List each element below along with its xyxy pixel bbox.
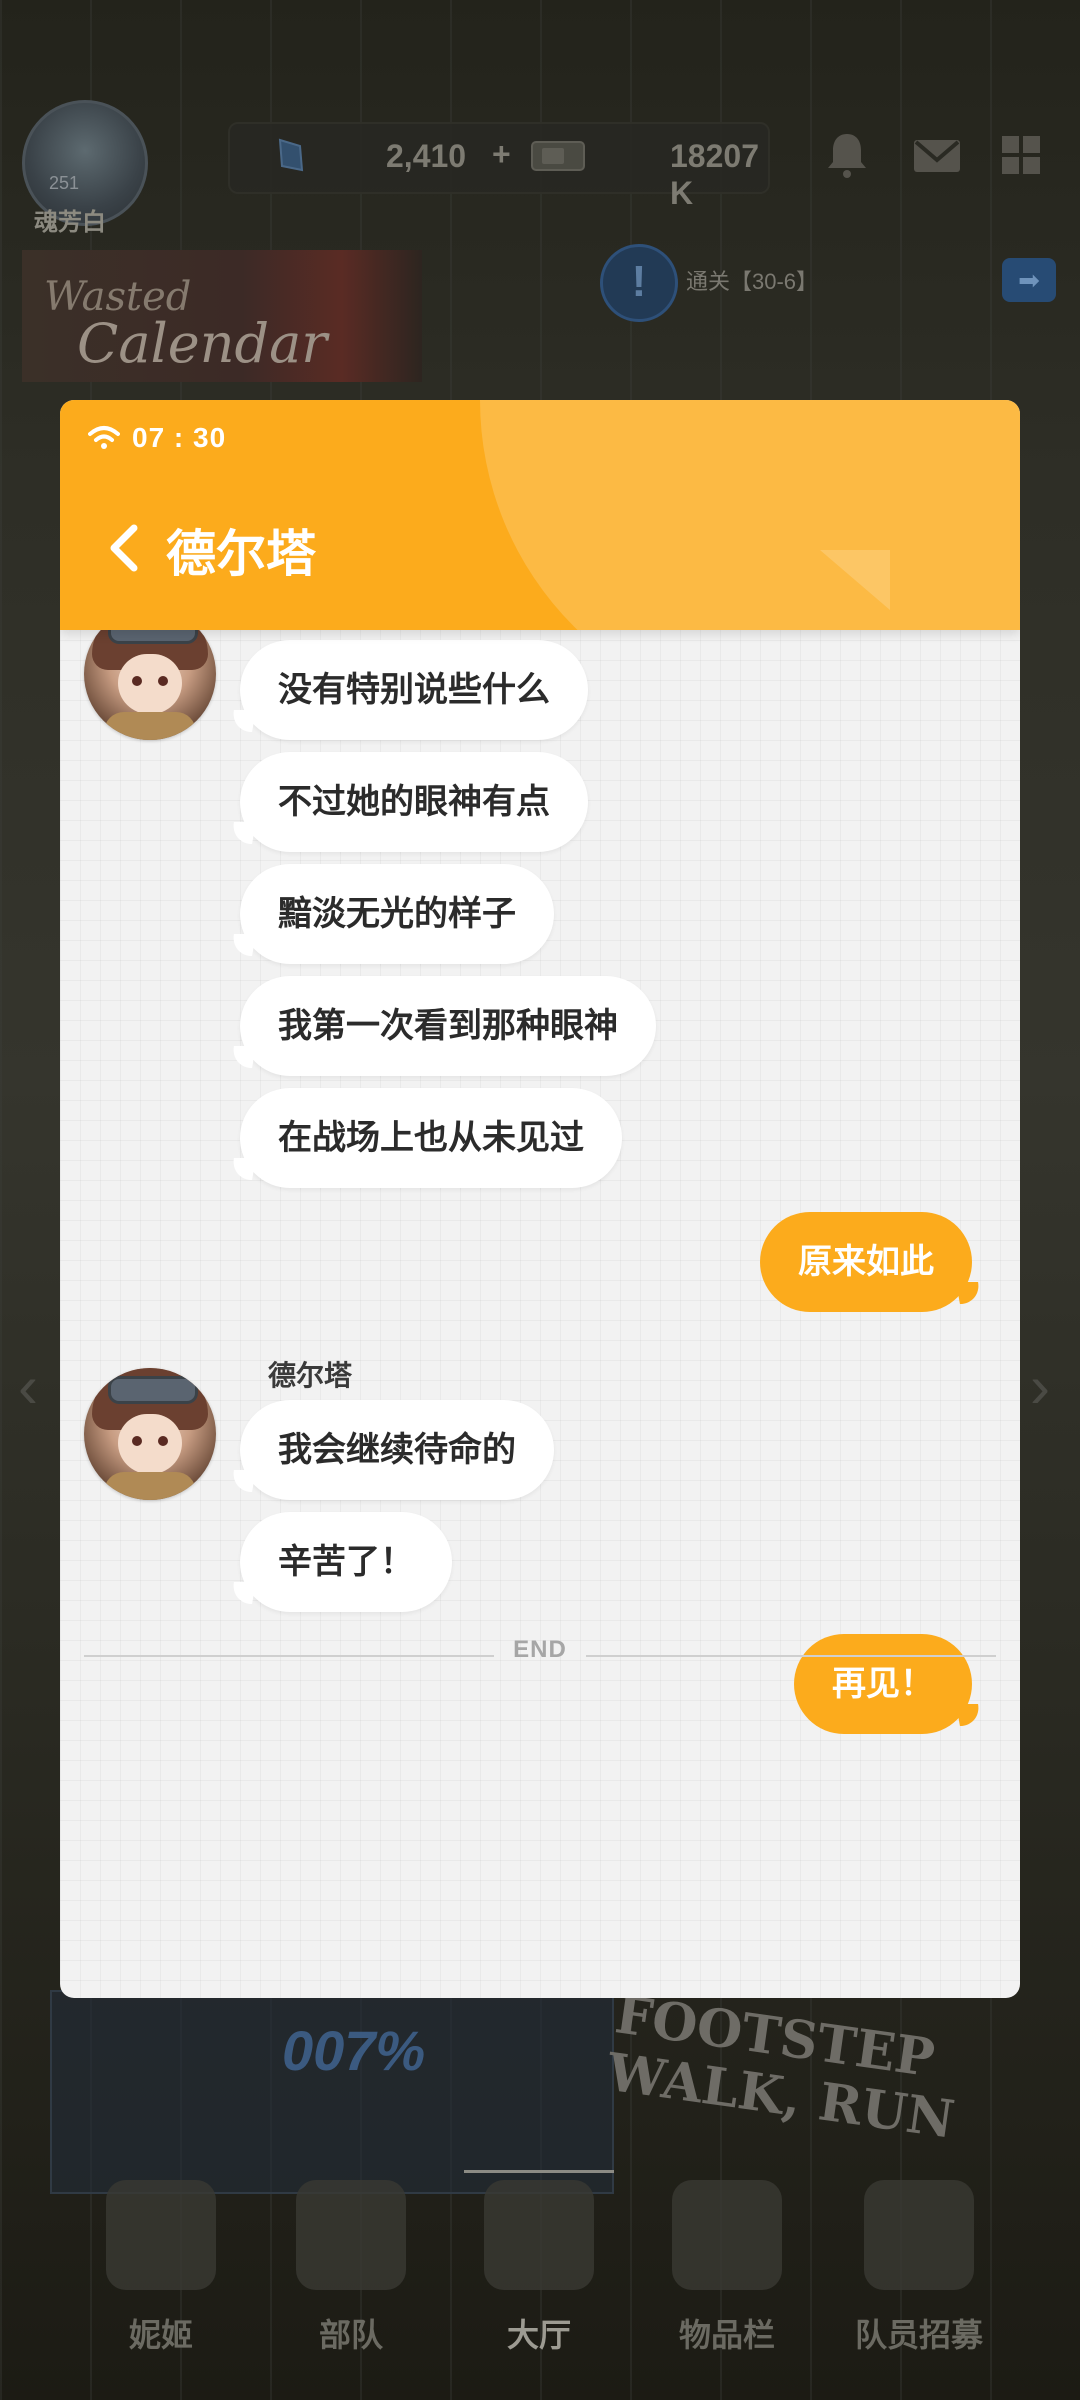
- credit-icon: [531, 141, 585, 171]
- incoming-message[interactable]: 没有特别说些什么: [240, 640, 588, 740]
- end-divider: END: [84, 1636, 996, 1676]
- nav-lobby[interactable]: 大厅: [464, 2140, 614, 2356]
- credit-count: 18207 K: [670, 138, 759, 211]
- resource-bar: 2,410 + 18207 K: [228, 122, 770, 211]
- banner-title-line2: Calendar: [77, 312, 328, 375]
- incoming-message[interactable]: 黯淡无光的样子: [240, 864, 554, 964]
- header-decoration: [480, 400, 1020, 630]
- nav-label: 队员招募: [854, 2317, 983, 2353]
- nikke-icon: [106, 2180, 216, 2290]
- outgoing-message[interactable]: 原来如此: [760, 1212, 972, 1312]
- top-bar: 251 魂芳白 2,410 + 18207 K: [0, 0, 1080, 236]
- mission-text: 通关【30-6】: [686, 269, 819, 294]
- wifi-icon: [88, 426, 120, 449]
- avatar-eye: [132, 676, 142, 686]
- mission-go-button[interactable]: ➡: [1002, 258, 1056, 302]
- defense-percent: 007%: [282, 2019, 426, 2082]
- divider-line: [586, 1655, 996, 1657]
- incoming-message[interactable]: 在战场上也从未见过: [240, 1088, 622, 1188]
- gem-add-button[interactable]: +: [492, 136, 511, 173]
- avatar-face: [118, 1414, 182, 1474]
- lobby-icon: [484, 2180, 594, 2290]
- gem-icon: [278, 138, 304, 172]
- avatar-face: [118, 654, 182, 714]
- contact-avatar[interactable]: [84, 1368, 216, 1500]
- nav-label: 大厅: [506, 2317, 571, 2353]
- nav-inventory[interactable]: 物品栏: [652, 2140, 802, 2356]
- nav-label: 妮姬: [128, 2317, 193, 2353]
- avatar-body: [104, 712, 196, 740]
- nav-squad[interactable]: 部队: [276, 2140, 426, 2356]
- mail-icon[interactable]: [910, 128, 964, 182]
- incoming-message[interactable]: 我第一次看到那种眼神: [240, 976, 656, 1076]
- back-chevron-icon[interactable]: [100, 518, 150, 578]
- nav-label: 部队: [318, 2317, 383, 2353]
- chat-window: 07 : 30 德尔塔 没有特别说些什么 不过她的眼神有点 黯淡无光的样子 我第…: [60, 400, 1020, 1998]
- phone-status-bar: 07 : 30: [88, 418, 226, 458]
- avatar-eye: [132, 1436, 142, 1446]
- bell-icon[interactable]: [820, 128, 874, 182]
- bottom-nav: 妮姬 部队 大厅 物品栏 队员招募: [0, 2140, 1080, 2400]
- nav-recruit[interactable]: 队员招募: [844, 2140, 994, 2356]
- menu-grid-icon[interactable]: [994, 128, 1048, 182]
- incoming-message[interactable]: 不过她的眼神有点: [240, 752, 588, 852]
- right-arrow-icon[interactable]: ›: [1030, 1352, 1050, 1421]
- avatar-eye: [158, 1436, 168, 1446]
- end-label: END: [513, 1636, 567, 1663]
- incoming-message[interactable]: 我会继续待命的: [240, 1400, 554, 1500]
- chat-title: 德尔塔: [166, 526, 316, 582]
- avatar-eye: [158, 676, 168, 686]
- gem-count: 2,410: [386, 138, 467, 174]
- sender-name: 德尔塔: [268, 1360, 353, 1391]
- nav-nikke[interactable]: 妮姬: [86, 2140, 236, 2356]
- inventory-icon: [672, 2180, 782, 2290]
- message-list[interactable]: 没有特别说些什么 不过她的眼神有点 黯淡无光的样子 我第一次看到那种眼神 在战场…: [60, 608, 1020, 1998]
- incoming-message[interactable]: 辛苦了！: [240, 1512, 452, 1612]
- left-arrow-icon[interactable]: ‹: [18, 1352, 38, 1421]
- alert-icon: !: [600, 244, 678, 322]
- mission-tracker[interactable]: ! 通关【30-6】 ➡: [600, 244, 1056, 322]
- avatar-goggles: [108, 1376, 198, 1404]
- event-banner[interactable]: Wasted Calendar: [22, 250, 422, 382]
- chat-header: 07 : 30 德尔塔: [60, 400, 1020, 630]
- recruit-icon: [864, 2180, 974, 2290]
- status-time: 07 : 30: [132, 422, 227, 453]
- avatar-body: [104, 1472, 196, 1500]
- player-level: 251: [49, 173, 80, 193]
- nav-label: 物品栏: [678, 2317, 775, 2353]
- header-decoration-tail: [820, 550, 890, 610]
- squad-icon: [296, 2180, 406, 2290]
- player-name: 魂芳白: [34, 209, 106, 236]
